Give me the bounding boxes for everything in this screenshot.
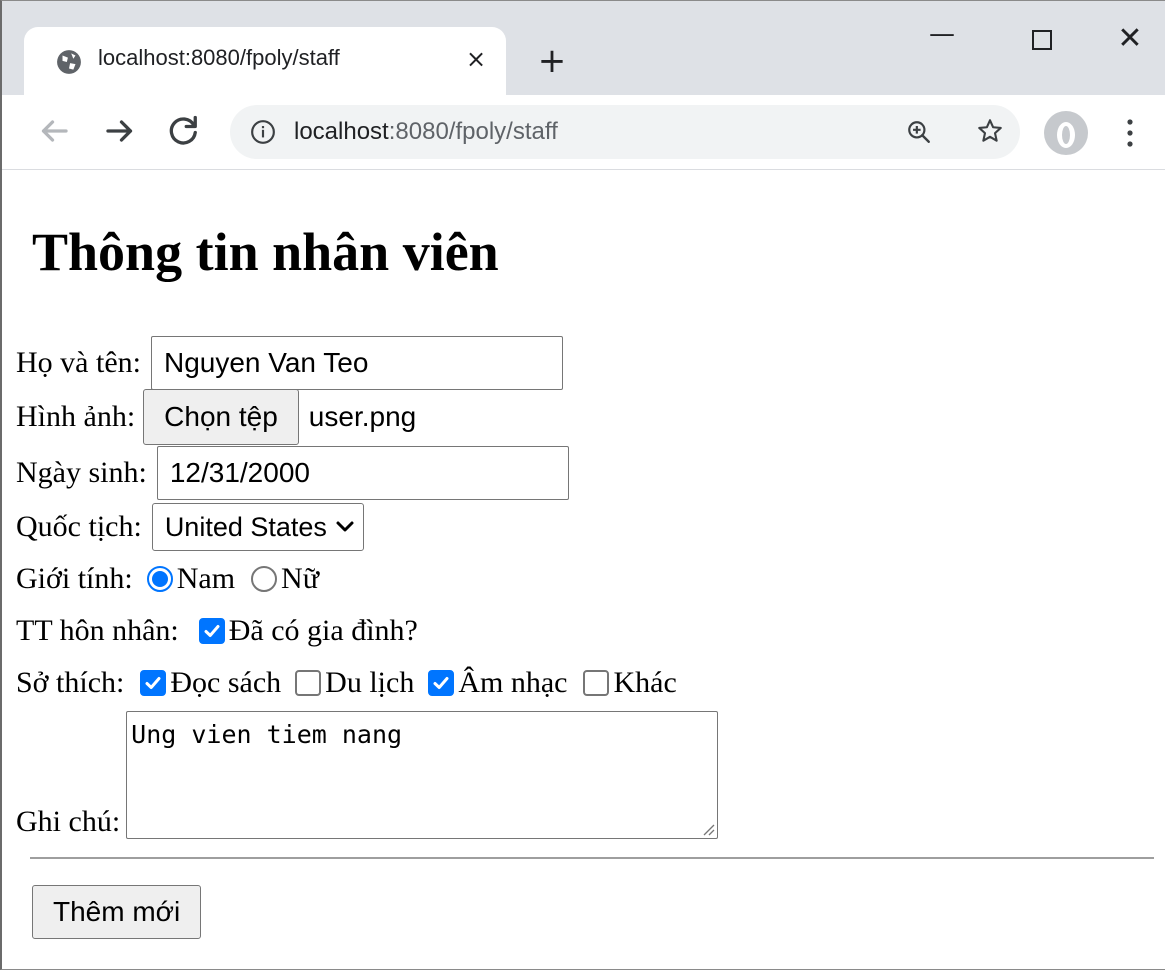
add-new-button[interactable]: Thêm mới [32, 885, 202, 939]
url-host: localhost [294, 118, 389, 145]
country-selected: United States [164, 511, 327, 542]
window-close-button[interactable]: ✕ [1110, 19, 1150, 59]
notes-text: Ung vien tiem nang [131, 720, 403, 749]
other-label: Khác [613, 666, 677, 699]
country-select[interactable]: United States [151, 503, 364, 551]
country-row: Quốc tịch: United States [16, 503, 364, 551]
notes-row: Ghi chú: Ung vien tiem nang [16, 701, 719, 839]
forward-icon[interactable] [102, 113, 138, 149]
gender-row: Giới tính: Nam Nữ [16, 555, 319, 603]
married-label: Đã có gia đình? [228, 614, 418, 647]
new-tab-button[interactable]: + [534, 44, 570, 81]
checkmark-icon [204, 625, 220, 637]
married-checkbox[interactable] [198, 618, 225, 644]
browser-toolbar: localhost:8080/fpoly/staff [2, 95, 1165, 170]
marital-label: TT hôn nhân: [16, 614, 179, 647]
more-menu-icon[interactable] [1120, 115, 1140, 151]
hobbies-row: Sở thích: Đọc sách Du lịch Âm nhạc Khác [16, 659, 677, 707]
profile-avatar[interactable] [1044, 111, 1088, 155]
travel-label: Du lịch [325, 666, 415, 699]
browser-window: localhost:8080/fpoly/staff × + — ✕ local… [0, 0, 1165, 970]
minimize-button[interactable]: — [922, 19, 962, 59]
back-icon[interactable] [36, 113, 72, 149]
marital-row: TT hôn nhân: Đã có gia đình? [16, 607, 418, 655]
hobby-option-reading[interactable]: Đọc sách [140, 666, 281, 700]
globe-icon [57, 50, 81, 74]
fullname-row: Họ và tên: Nguyen Van Teo [16, 336, 563, 390]
fullname-label: Họ và tên: [16, 346, 141, 379]
hobby-option-travel[interactable]: Du lịch [295, 666, 414, 700]
gender-label: Giới tính: [16, 562, 133, 595]
url-text[interactable]: localhost:8080/fpoly/staff [294, 118, 558, 146]
tab-close-icon[interactable]: × [462, 45, 490, 73]
browser-tab[interactable]: localhost:8080/fpoly/staff × [24, 27, 506, 95]
male-label: Nam [176, 562, 236, 595]
travel-checkbox[interactable] [295, 670, 322, 696]
checkmark-icon [433, 677, 449, 689]
notes-textarea[interactable]: Ung vien tiem nang [126, 711, 719, 839]
tab-title: localhost:8080/fpoly/staff [98, 45, 340, 70]
other-checkbox[interactable] [583, 670, 610, 696]
profile-icon [1057, 122, 1075, 148]
married-option[interactable]: Đã có gia đình? [198, 614, 418, 648]
checkmark-icon [145, 677, 161, 689]
hobbies-label: Sở thích: [16, 666, 125, 699]
zoom-icon[interactable] [906, 119, 932, 145]
photo-label: Hình ảnh: [16, 400, 136, 433]
music-checkbox[interactable] [428, 670, 455, 696]
birthday-input[interactable]: 12/31/2000 [156, 446, 569, 500]
fullname-input[interactable]: Nguyen Van Teo [150, 336, 563, 390]
birthday-label: Ngày sinh: [16, 456, 147, 489]
chosen-filename: user.png [308, 401, 417, 432]
birthday-row: Ngày sinh: 12/31/2000 [16, 446, 569, 500]
music-label: Âm nhạc [458, 666, 568, 699]
male-radio[interactable] [146, 566, 173, 592]
divider [30, 857, 1154, 859]
info-icon[interactable] [250, 119, 276, 145]
reading-checkbox[interactable] [140, 670, 167, 696]
address-bar[interactable]: localhost:8080/fpoly/staff [230, 105, 1020, 159]
page-content: Thông tin nhân viên Họ và tên: Nguyen Va… [2, 171, 1165, 969]
female-label: Nữ [281, 562, 319, 595]
url-path: :8080/fpoly/staff [388, 118, 558, 145]
reading-label: Đọc sách [170, 666, 282, 699]
country-label: Quốc tịch: [16, 510, 142, 543]
photo-row: Hình ảnh: Chọn tệp user.png [16, 389, 417, 445]
female-radio[interactable] [251, 566, 278, 592]
choose-file-button[interactable]: Chọn tệp [143, 389, 299, 445]
hobby-option-music[interactable]: Âm nhạc [428, 666, 567, 700]
gender-option-female[interactable]: Nữ [251, 562, 319, 596]
resize-grip-icon[interactable] [699, 820, 715, 836]
bookmark-star-icon[interactable] [976, 117, 1004, 145]
reload-icon[interactable] [166, 113, 202, 149]
tab-strip: localhost:8080/fpoly/staff × + — ✕ [2, 1, 1165, 95]
hobby-option-other[interactable]: Khác [583, 666, 677, 700]
maximize-icon [1032, 30, 1052, 50]
notes-label: Ghi chú: [16, 805, 121, 838]
gender-option-male[interactable]: Nam [146, 562, 236, 596]
maximize-button[interactable] [1022, 19, 1062, 59]
page-title: Thông tin nhân viên [32, 222, 499, 282]
chevron-down-icon [336, 521, 354, 532]
